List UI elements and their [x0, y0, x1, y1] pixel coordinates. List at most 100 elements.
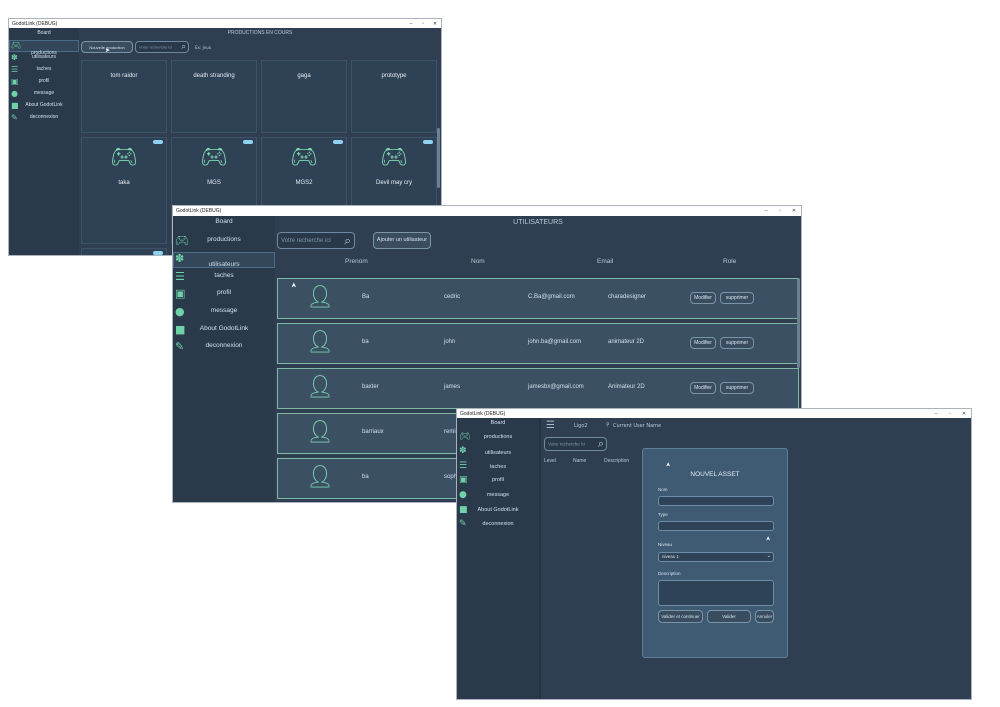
- minimize-button[interactable]: –: [759, 208, 773, 214]
- type-field[interactable]: [658, 521, 774, 531]
- sidebar-item-board[interactable]: Board: [457, 420, 539, 430]
- type-label: Type: [658, 512, 668, 517]
- profile-icon: ▣: [459, 475, 468, 485]
- add-user-button[interactable]: Ajouter un utilisateur: [373, 232, 431, 249]
- gamepad-icon: 🎮︎: [175, 234, 189, 247]
- search-input[interactable]: Votre recherche ici ⌕: [135, 41, 189, 53]
- validate-continue-button[interactable]: Valider et continuer: [658, 610, 703, 623]
- sidebar-item-taches[interactable]: taches: [457, 464, 539, 474]
- filter-label: Ex: jeux: [195, 45, 211, 50]
- sidebar-item-board[interactable]: Board: [9, 30, 79, 40]
- validate-button[interactable]: Valider: [707, 610, 751, 623]
- name-field[interactable]: [658, 496, 774, 506]
- user-avatar-icon: 👤︎: [306, 375, 334, 400]
- table-row[interactable]: 👤︎ baxter james jamesbx@gmail.com Animat…: [277, 368, 799, 409]
- sidebar-item-message[interactable]: message: [9, 90, 79, 100]
- close-button[interactable]: ✕: [787, 208, 801, 214]
- cancel-button[interactable]: Annuler: [755, 610, 774, 623]
- minimize-button[interactable]: –: [405, 21, 417, 27]
- sidebar-item-message[interactable]: message: [173, 307, 275, 319]
- sidebar-item-message[interactable]: message: [457, 492, 539, 502]
- maximize-button[interactable]: ▫: [417, 21, 429, 27]
- status-badge: [423, 140, 433, 144]
- search-icon[interactable]: ⌕: [598, 437, 604, 451]
- delete-button[interactable]: supprimer: [720, 382, 754, 394]
- table-row[interactable]: 👤︎ ba john john.ba@gmail.com animateur 2…: [277, 323, 799, 364]
- sidebar-item-utilisateurs[interactable]: utilisateurs: [173, 252, 275, 268]
- topbar-label: Ligo2: [574, 423, 588, 429]
- description-field[interactable]: [658, 580, 774, 606]
- assets-window: GodotLink (DEBUG) – ▫ ✕ Board production…: [456, 408, 972, 700]
- cell-email: john.ba@gmail.com: [528, 339, 582, 345]
- status-badge: [333, 140, 343, 144]
- production-card[interactable]: [81, 248, 167, 255]
- gamepad-icon: 🎮︎: [110, 144, 138, 169]
- scrollbar[interactable]: [797, 278, 800, 368]
- cell-prenom: Ba: [362, 294, 370, 300]
- hamburger-menu-icon[interactable]: ☰: [546, 420, 555, 431]
- search-placeholder: Votre recherche ici: [548, 441, 586, 447]
- message-icon: ●: [175, 305, 185, 318]
- card-title: gaga: [297, 73, 311, 79]
- gamepad-icon: 🎮︎: [459, 432, 471, 442]
- message-icon: ●: [11, 89, 18, 98]
- assets-content: ☰ Ligo2 ⚲ Current User Name Votre recher…: [543, 418, 971, 699]
- maximize-button[interactable]: ▫: [773, 208, 787, 214]
- production-card[interactable]: death stranding: [171, 60, 257, 133]
- close-button[interactable]: ✕: [957, 411, 971, 417]
- chevron-down-icon: ⌄: [766, 553, 771, 559]
- status-badge: [153, 140, 163, 144]
- title-bar: GodotLink (DEBUG) – ▫ ✕: [457, 409, 971, 418]
- delete-button[interactable]: supprimer: [720, 337, 754, 349]
- level-label: Niveau: [658, 542, 673, 547]
- sidebar-item-profil[interactable]: profil: [9, 78, 79, 88]
- modify-button[interactable]: Modifier: [690, 382, 716, 394]
- profile-icon: ▣: [11, 77, 19, 86]
- cell-role: charadesigner: [608, 294, 647, 300]
- close-button[interactable]: ✕: [429, 21, 441, 27]
- level-select[interactable]: niveau 1 ⌄: [658, 552, 774, 562]
- cell-prenom: baxter: [362, 384, 379, 390]
- cursor-icon: ➤: [665, 461, 673, 468]
- sidebar-item-taches[interactable]: taches: [9, 66, 79, 76]
- production-card[interactable]: prototype: [351, 60, 437, 133]
- users-icon: ✽: [459, 446, 467, 456]
- production-card[interactable]: tom raidor: [81, 60, 167, 133]
- sidebar-item-deconnexion[interactable]: deconnexion: [9, 114, 79, 124]
- minimize-button[interactable]: –: [929, 411, 943, 417]
- delete-button[interactable]: supprimer: [720, 292, 754, 304]
- cell-nom: john: [444, 339, 456, 345]
- scrollbar[interactable]: [437, 128, 440, 188]
- table-row[interactable]: 👤︎ Ba cedric C.Ba@gmail.com charadesigne…: [277, 278, 799, 319]
- sidebar-item-board[interactable]: Board: [173, 218, 275, 230]
- search-input[interactable]: Votre recherche ici ⌕: [277, 232, 355, 249]
- production-card[interactable]: gaga: [261, 60, 347, 133]
- cell-nom: james: [444, 384, 461, 390]
- search-icon[interactable]: ⌕: [182, 42, 186, 52]
- sidebar-item-about[interactable]: About GodotLink: [173, 325, 275, 337]
- card-title: MGS: [207, 180, 221, 186]
- modify-button[interactable]: Modifier: [690, 292, 716, 304]
- sidebar-item-utilisateurs[interactable]: utilisateurs: [9, 54, 79, 64]
- message-icon: ●: [459, 490, 467, 500]
- maximize-button[interactable]: ▫: [943, 411, 957, 417]
- search-icon[interactable]: ⌕: [344, 233, 351, 248]
- sidebar-item-profil[interactable]: profil: [173, 289, 275, 301]
- dialog-title: NOUVEL ASSET: [690, 471, 740, 478]
- user-avatar-icon: 👤︎: [306, 465, 334, 490]
- cursor-icon: ➤: [105, 47, 111, 54]
- sidebar-item-about[interactable]: About GodotLink: [457, 507, 539, 517]
- info-icon: ■: [11, 101, 19, 110]
- card-title: tom raidor: [110, 73, 138, 79]
- sidebar-item-deconnexion[interactable]: deconnexion: [173, 342, 275, 354]
- sidebar-item-deconnexion[interactable]: deconnexion: [457, 521, 539, 531]
- sidebar-item-profil[interactable]: profil: [457, 477, 539, 487]
- sidebar-item-taches[interactable]: taches: [173, 272, 275, 284]
- production-card[interactable]: 🎮︎ taka: [81, 137, 167, 244]
- sidebar-item-utilisateurs[interactable]: utilisateurs: [457, 450, 539, 460]
- search-input[interactable]: Votre recherche ici ⌕: [544, 437, 607, 451]
- modify-button[interactable]: Modifier: [690, 337, 716, 349]
- sidebar-item-about[interactable]: About GodotLink: [9, 102, 79, 112]
- card-title: prototype: [381, 73, 407, 79]
- cell-nom: remi: [444, 429, 456, 435]
